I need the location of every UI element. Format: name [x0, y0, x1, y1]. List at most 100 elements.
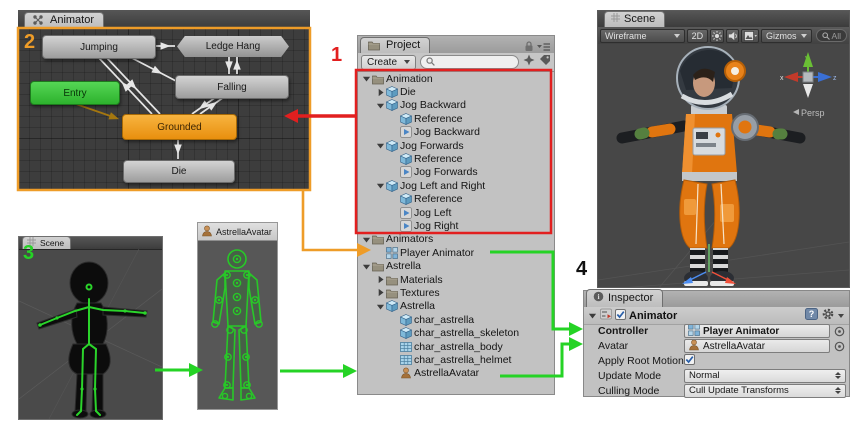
tree-item-animators[interactable]: Animators — [358, 233, 554, 246]
state-machine-graph[interactable]: Jumping Ledge Hang Falling EntryGrounded Die — [18, 28, 310, 190]
foldout-open-icon[interactable] — [361, 74, 371, 83]
draw-mode-dropdown[interactable]: Wireframe — [600, 29, 685, 43]
wireframe-character[interactable] — [19, 249, 162, 419]
search-icon — [426, 53, 435, 71]
tree-item-player-animator[interactable]: Player Animator — [358, 246, 554, 259]
label-icon[interactable] — [539, 53, 551, 71]
foldout-open-icon[interactable] — [375, 302, 385, 311]
inspector-row-update-mode: Update ModeNormal — [584, 368, 849, 383]
tree-item-char-astrella-helmet[interactable]: char_astrella_helmet — [358, 353, 554, 366]
tab-project[interactable]: Project — [360, 37, 430, 53]
gizmos-dropdown[interactable]: Gizmos — [761, 29, 812, 43]
scene-tab-label: Scene — [624, 13, 655, 25]
inspector-tabbar: i Inspector — [584, 291, 849, 308]
state-falling[interactable]: Falling — [175, 75, 289, 99]
component-enabled-checkbox[interactable] — [615, 307, 626, 325]
tree-item-reference[interactable]: Reference — [358, 152, 554, 165]
tree-item-jog-left-and-right[interactable]: Jog Left and Right — [358, 179, 554, 192]
gear-icon[interactable] — [822, 307, 834, 325]
tree-item-char-astrella[interactable]: char_astrella — [358, 313, 554, 326]
animator-tab-icon — [31, 14, 44, 26]
foldout-open-icon[interactable] — [375, 101, 385, 110]
foldout-closed-icon[interactable] — [375, 288, 385, 297]
favorites-icon[interactable] — [523, 53, 535, 71]
tree-item-jog-forwards[interactable]: Jog Forwards — [358, 139, 554, 152]
project-search-input[interactable] — [420, 55, 519, 69]
tree-item-label: Jog Left — [414, 207, 451, 219]
apply-root-motion-checkbox[interactable] — [684, 354, 695, 368]
tab-animator[interactable]: Animator — [24, 12, 104, 28]
tree-item-reference[interactable]: Reference — [358, 193, 554, 206]
foldout-icon[interactable] — [588, 307, 597, 325]
effects-toggle-icon[interactable] — [741, 29, 759, 43]
tree-item-label: Materials — [400, 274, 443, 286]
tree-item-label: Animators — [386, 233, 433, 245]
tree-item-materials[interactable]: Materials — [358, 273, 554, 286]
tree-item-label: Astrella — [400, 300, 435, 312]
tree-item-astrellaavatar[interactable]: AstrellaAvatar — [358, 367, 554, 380]
dropdown-stepper-icon — [835, 372, 841, 379]
scene-search-input[interactable]: All — [816, 29, 847, 42]
project-toolbar: Create — [358, 53, 554, 72]
state-entry[interactable]: Entry — [30, 81, 120, 105]
tab-scene[interactable]: Scene — [604, 11, 665, 27]
state-grounded[interactable]: Grounded — [122, 114, 237, 140]
avatar-object-field[interactable]: AstrellaAvatar — [684, 339, 830, 353]
foldout-open-icon[interactable] — [375, 141, 385, 150]
folder-icon — [371, 233, 384, 245]
object-picker-icon[interactable] — [834, 326, 845, 337]
inspector-row-apply-root-motion: Apply Root Motion — [584, 354, 849, 369]
scene-viewport[interactable]: x y z Persp — [598, 44, 849, 287]
callout-4: 4 — [576, 258, 587, 281]
model-icon — [399, 193, 412, 205]
foldout-open-icon[interactable] — [361, 235, 371, 244]
tree-item-astrella[interactable]: Astrella — [358, 259, 554, 272]
tree-item-die[interactable]: Die — [358, 85, 554, 98]
controller-icon — [385, 247, 398, 259]
clip-icon — [399, 220, 412, 232]
foldout-open-icon[interactable] — [361, 262, 371, 271]
create-button[interactable]: Create — [361, 55, 416, 70]
tree-item-char-astrella-skeleton[interactable]: char_astrella_skeleton — [358, 326, 554, 339]
help-icon[interactable]: ? — [805, 307, 818, 325]
tab-scene-small[interactable]: Scene — [22, 236, 71, 249]
avatar-mapping-figure[interactable] — [198, 240, 277, 409]
lighting-toggle-icon[interactable] — [710, 29, 724, 43]
tree-item-textures[interactable]: Textures — [358, 286, 554, 299]
object-field-value: AstrellaAvatar — [703, 341, 765, 352]
tree-item-animation[interactable]: Animation — [358, 72, 554, 85]
animator-component-header[interactable]: Animator ? — [584, 307, 849, 325]
tree-item-astrella[interactable]: Astrella — [358, 300, 554, 313]
tree-item-jog-right[interactable]: Jog Right — [358, 219, 554, 232]
search-icon — [822, 27, 830, 45]
tree-item-jog-backward[interactable]: Jog Backward — [358, 126, 554, 139]
object-picker-icon[interactable] — [834, 341, 845, 352]
scene-orientation-gizmo[interactable]: x y z Persp — [779, 50, 837, 122]
state-die[interactable]: Die — [123, 160, 235, 183]
culling-mode-dropdown[interactable]: Cull Update Transforms — [684, 384, 846, 398]
foldout-closed-icon[interactable] — [375, 275, 385, 284]
tree-item-label: Die — [400, 86, 416, 98]
tree-item-char-astrella-body[interactable]: char_astrella_body — [358, 340, 554, 353]
tree-item-jog-left[interactable]: Jog Left — [358, 206, 554, 219]
project-tabbar: Project — [358, 36, 554, 54]
state-ledge-hang[interactable]: Ledge Hang — [177, 36, 289, 57]
tree-item-jog-forwards[interactable]: Jog Forwards — [358, 166, 554, 179]
object-field-value: Player Animator — [703, 326, 779, 337]
field-label: Update Mode — [598, 370, 684, 382]
state-jumping[interactable]: Jumping — [42, 35, 156, 59]
inspector-tab-label: Inspector — [608, 292, 653, 304]
2d-toggle-button[interactable]: 2D — [687, 29, 709, 43]
foldout-open-icon[interactable] — [375, 181, 385, 190]
clip-icon — [399, 207, 412, 219]
tree-item-jog-backward[interactable]: Jog Backward — [358, 99, 554, 112]
tab-inspector[interactable]: i Inspector — [586, 289, 663, 307]
update-mode-dropdown[interactable]: Normal — [684, 369, 846, 383]
folder-icon — [371, 260, 384, 272]
audio-toggle-icon[interactable] — [726, 29, 740, 43]
controller-object-field[interactable]: Player Animator — [684, 324, 830, 338]
tree-item-reference[interactable]: Reference — [358, 112, 554, 125]
foldout-closed-icon[interactable] — [375, 88, 385, 97]
tree-item-label: AstrellaAvatar — [414, 367, 479, 379]
mesh-icon — [399, 341, 412, 353]
